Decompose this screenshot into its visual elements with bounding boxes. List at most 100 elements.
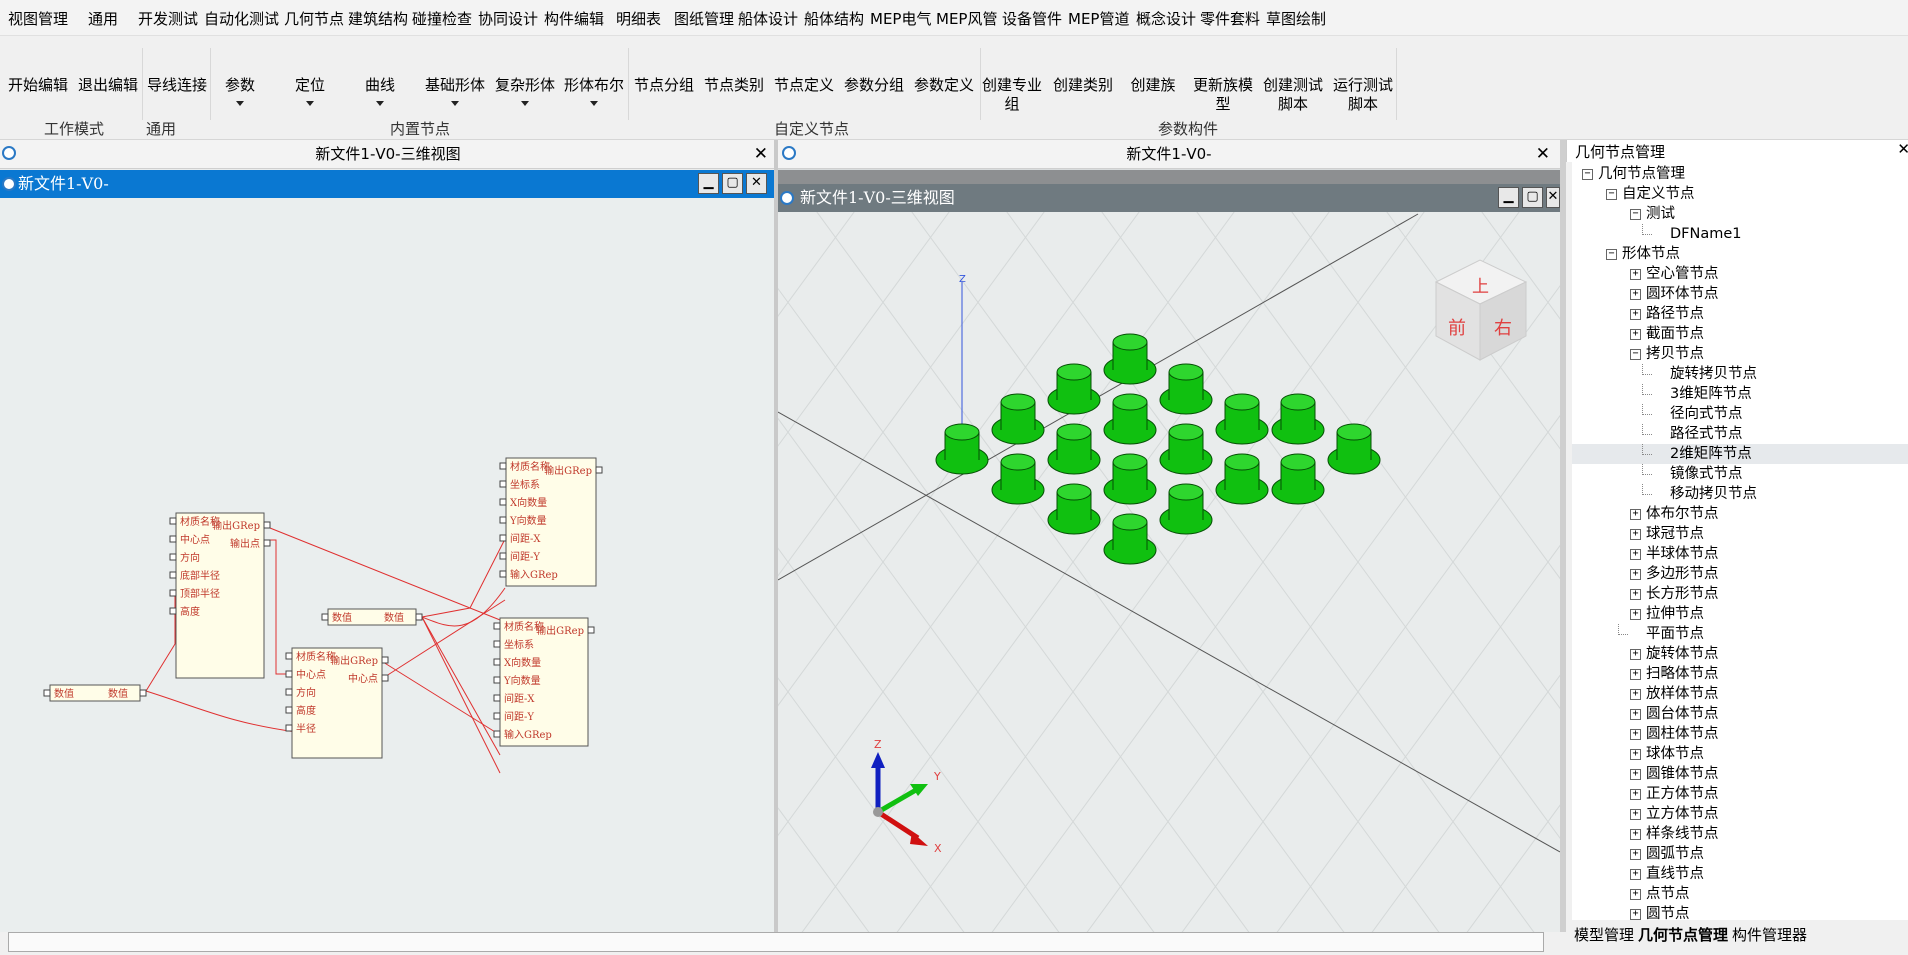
tree-item[interactable]: + 旋转体节点 xyxy=(1572,644,1908,664)
expand-icon[interactable]: + xyxy=(1630,689,1641,700)
tree-item[interactable]: + 路径节点 xyxy=(1572,304,1908,324)
collapse-icon[interactable]: − xyxy=(1630,349,1641,360)
expand-icon[interactable]: + xyxy=(1630,289,1641,300)
cylinder-model[interactable] xyxy=(1047,483,1101,535)
tree-item[interactable]: 移动拷贝节点 xyxy=(1572,484,1908,504)
expand-icon[interactable]: + xyxy=(1630,309,1641,320)
ribbon-button-10[interactable]: 节点分组 xyxy=(628,76,700,95)
menu-视图管理[interactable]: 视图管理 xyxy=(8,8,68,29)
input-port[interactable] xyxy=(43,689,51,697)
tree-item[interactable]: 2维矩阵节点 xyxy=(1572,444,1908,464)
ribbon-button-1[interactable]: 开始编辑 xyxy=(2,76,74,95)
tree-item[interactable]: + 圆弧节点 xyxy=(1572,844,1908,864)
tree-item[interactable]: − 拷贝节点 xyxy=(1572,344,1908,364)
expand-icon[interactable]: + xyxy=(1630,789,1641,800)
matrix-node-2[interactable]: 材质名称坐标系X向数量Y向数量间距-X间距-Y输入GRep输出GRep xyxy=(493,617,595,747)
output-port[interactable] xyxy=(263,539,271,547)
menu-开发测试[interactable]: 开发测试 xyxy=(138,8,198,29)
ribbon-button-13[interactable]: 参数分组 xyxy=(838,76,910,95)
number-node-1[interactable]: 数值 数值 xyxy=(43,684,147,702)
menu-船体设计[interactable]: 船体设计 xyxy=(738,8,798,29)
cylinder-node[interactable]: 材质名称中心点方向高度半径输出GRep中心点 xyxy=(285,647,389,759)
expand-icon[interactable]: + xyxy=(1630,589,1641,600)
menu-通用[interactable]: 通用 xyxy=(88,8,118,29)
ribbon-button-11[interactable]: 节点类别 xyxy=(698,76,770,95)
ribbon-button-6[interactable]: 曲线 xyxy=(344,76,416,106)
expand-icon[interactable]: + xyxy=(1630,269,1641,280)
input-port[interactable] xyxy=(285,706,293,714)
input-port[interactable] xyxy=(493,640,501,648)
close-icon[interactable]: ✕ xyxy=(1536,144,1550,164)
input-port[interactable] xyxy=(285,670,293,678)
ribbon-button-16[interactable]: 创建类别 xyxy=(1047,76,1119,95)
tree-item[interactable]: + 空心管节点 xyxy=(1572,264,1908,284)
input-port[interactable] xyxy=(499,480,507,488)
menu-概念设计[interactable]: 概念设计 xyxy=(1136,8,1196,29)
input-port[interactable] xyxy=(285,724,293,732)
collapse-icon[interactable]: − xyxy=(1582,169,1593,180)
tree-item[interactable]: 旋转拷贝节点 xyxy=(1572,364,1908,384)
connection-wire[interactable] xyxy=(382,661,501,736)
number-node-2[interactable]: 数值 数值 xyxy=(321,608,423,626)
collapse-icon[interactable]: − xyxy=(1606,189,1617,200)
input-port[interactable] xyxy=(493,622,501,630)
bottom-tab[interactable]: 几何节点管理 xyxy=(1636,920,1730,950)
tree-item[interactable]: + 球体节点 xyxy=(1572,744,1908,764)
cylinder-model[interactable] xyxy=(1271,393,1325,445)
tree-item[interactable]: + 正方体节点 xyxy=(1572,784,1908,804)
input-port[interactable] xyxy=(169,535,177,543)
output-port[interactable] xyxy=(595,466,603,474)
expand-icon[interactable]: + xyxy=(1630,549,1641,560)
maximize-icon[interactable]: ▢ xyxy=(722,173,743,194)
cylinder-model[interactable] xyxy=(1215,393,1269,445)
tree-item[interactable]: + 体布尔节点 xyxy=(1572,504,1908,524)
input-port[interactable] xyxy=(493,712,501,720)
geometry-node-tree[interactable]: − 几何节点管理 − 自定义节点 − 测试 DFName1− 形体节点 + 空心管节点 + 圆环体节点… xyxy=(1572,162,1908,920)
menu-草图绘制[interactable]: 草图绘制 xyxy=(1266,8,1326,29)
tree-item[interactable]: + 直线节点 xyxy=(1572,864,1908,884)
cylinder-model[interactable] xyxy=(935,423,989,475)
input-port[interactable] xyxy=(499,462,507,470)
tree-item[interactable]: − 测试 xyxy=(1572,204,1908,224)
expand-icon[interactable]: + xyxy=(1630,849,1641,860)
ribbon-button-17[interactable]: 创建族 xyxy=(1117,76,1189,95)
output-port[interactable] xyxy=(263,521,271,529)
ribbon-button-7[interactable]: 基础形体 xyxy=(419,76,491,106)
menu-协同设计[interactable]: 协同设计 xyxy=(478,8,538,29)
menu-图纸管理[interactable]: 图纸管理 xyxy=(674,8,734,29)
cylinder-model[interactable] xyxy=(1159,483,1213,535)
close-icon[interactable]: ✕ xyxy=(754,144,768,164)
tree-item[interactable]: + 样条线节点 xyxy=(1572,824,1908,844)
menu-自动化测试[interactable]: 自动化测试 xyxy=(204,8,279,29)
menu-MEP电气[interactable]: MEP电气 xyxy=(870,8,931,29)
tree-item[interactable]: 路径式节点 xyxy=(1572,424,1908,444)
input-port[interactable] xyxy=(493,694,501,702)
menu-碰撞检查[interactable]: 碰撞检查 xyxy=(412,8,472,29)
maximize-icon[interactable]: ▢ xyxy=(1522,187,1543,208)
tree-item[interactable]: + 立方体节点 xyxy=(1572,804,1908,824)
tree-item[interactable]: − 自定义节点 xyxy=(1572,184,1908,204)
tree-item[interactable]: 3维矩阵节点 xyxy=(1572,384,1908,404)
menu-几何节点[interactable]: 几何节点 xyxy=(284,8,344,29)
tree-item[interactable]: + 拉伸节点 xyxy=(1572,604,1908,624)
input-port[interactable] xyxy=(169,517,177,525)
tree-item[interactable]: + 圆环体节点 xyxy=(1572,284,1908,304)
ribbon-button-2[interactable]: 退出编辑 xyxy=(72,76,144,95)
expand-icon[interactable]: + xyxy=(1630,769,1641,780)
input-port[interactable] xyxy=(285,688,293,696)
connection-wire[interactable] xyxy=(145,592,176,692)
ribbon-button-20[interactable]: 运行测试 脚本 xyxy=(1327,76,1399,114)
input-port[interactable] xyxy=(169,607,177,615)
bottom-tab[interactable]: 构件管理器 xyxy=(1730,920,1809,950)
connection-wire[interactable] xyxy=(421,616,501,774)
tree-item[interactable]: + 放样体节点 xyxy=(1572,684,1908,704)
tree-item[interactable]: + 半球体节点 xyxy=(1572,544,1908,564)
expand-icon[interactable]: + xyxy=(1630,529,1641,540)
ribbon-button-12[interactable]: 节点定义 xyxy=(768,76,840,95)
input-port[interactable] xyxy=(493,658,501,666)
tree-item[interactable]: + 圆节点 xyxy=(1572,904,1908,920)
menu-设备管件[interactable]: 设备管件 xyxy=(1002,8,1062,29)
tree-item[interactable]: − 几何节点管理 xyxy=(1572,164,1908,184)
tree-item[interactable]: + 扫略体节点 xyxy=(1572,664,1908,684)
ribbon-button-15[interactable]: 创建专业 组 xyxy=(976,76,1048,114)
